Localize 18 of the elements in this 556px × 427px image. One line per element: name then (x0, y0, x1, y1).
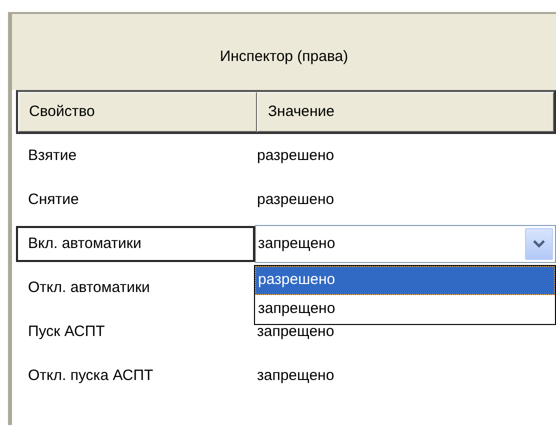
property-cell[interactable]: Откл. пуска АСПТ (16, 358, 255, 394)
property-cell[interactable]: Пуск АСПТ (16, 314, 255, 350)
chevron-down-icon (532, 239, 546, 249)
property-cell[interactable]: Вкл. автоматики (16, 226, 255, 262)
dropdown-option[interactable]: запрещено (255, 295, 555, 324)
value-cell-text: запрещено (256, 322, 334, 342)
dropdown-option[interactable]: разрешено (255, 266, 555, 295)
property-cell[interactable]: Снятие (16, 182, 255, 218)
value-cell-text: разрешено (256, 146, 334, 166)
dropdown-button[interactable] (525, 228, 553, 260)
value-cell-text: разрешено (256, 190, 334, 210)
panel-title: Инспектор (права) (220, 46, 348, 67)
column-header[interactable]: Значение (257, 92, 554, 132)
value-dropdown[interactable]: запрещено (255, 225, 556, 263)
column-header[interactable]: Свойство (18, 92, 257, 132)
property-cell[interactable]: Откл. автоматики (16, 270, 255, 306)
value-cell-text: запрещено (256, 366, 334, 386)
property-cell[interactable]: Взятие (16, 138, 255, 174)
